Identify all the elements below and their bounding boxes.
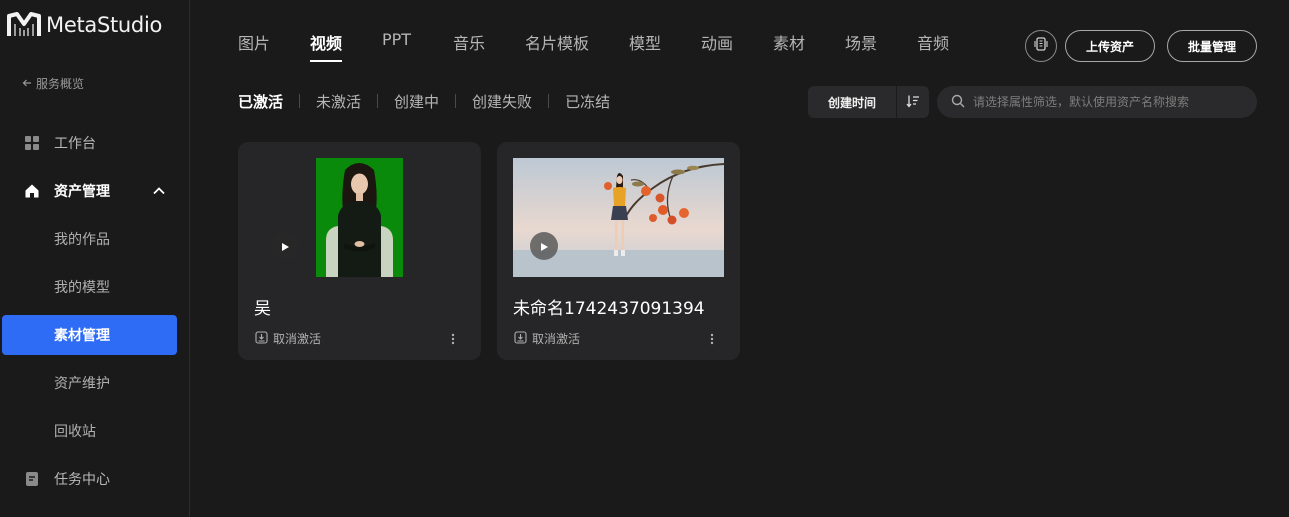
- play-button[interactable]: [530, 232, 558, 260]
- sidebar-item-label: 我的模型: [54, 280, 110, 296]
- more-options-icon[interactable]: [707, 331, 717, 345]
- deactivate-button[interactable]: 取消激活: [514, 330, 580, 347]
- filter-frozen[interactable]: 已冻结: [565, 91, 610, 112]
- sidebar-item-my-models[interactable]: 我的模型: [2, 267, 177, 307]
- tab-audio[interactable]: 音频: [917, 30, 949, 54]
- logo[interactable]: MetaStudio: [6, 10, 162, 40]
- sidebar-item-asset-management[interactable]: 资产管理: [2, 171, 177, 211]
- sidebar-item-label: 资产管理: [54, 184, 110, 200]
- filter-activated[interactable]: 已激活: [238, 91, 283, 112]
- sidebar: MetaStudio 服务概览 工作台 资产管理 我的作品 我的模型 素材管理 …: [0, 0, 190, 517]
- chevron-up-icon: [152, 184, 166, 198]
- deactivate-icon: [255, 330, 268, 347]
- tab-music[interactable]: 音乐: [453, 30, 485, 54]
- sidebar-item-label: 回收站: [54, 424, 96, 440]
- divider: [548, 94, 550, 108]
- device-icon: [1033, 36, 1049, 56]
- deactivate-button[interactable]: 取消激活: [255, 330, 321, 347]
- play-icon: [280, 237, 290, 256]
- presenter-figure-image: [326, 163, 393, 277]
- sidebar-item-workbench[interactable]: 工作台: [2, 123, 177, 163]
- metastudio-logo-icon: [7, 12, 41, 36]
- sidebar-item-asset-maintenance[interactable]: 资产维护: [2, 363, 177, 403]
- dashboard-icon: [24, 135, 40, 151]
- search-input[interactable]: [973, 95, 1243, 109]
- home-icon: [24, 183, 40, 199]
- filter-create-failed[interactable]: 创建失败: [472, 91, 532, 112]
- tab-animations[interactable]: 动画: [701, 30, 733, 54]
- card-title: 未命名1742437091394: [513, 299, 705, 319]
- search-icon: [951, 93, 965, 112]
- sidebar-item-label: 我的作品: [54, 232, 110, 248]
- sidebar-item-my-works[interactable]: 我的作品: [2, 219, 177, 259]
- arrow-left-icon: [22, 77, 32, 91]
- back-label: 服务概览: [36, 77, 85, 91]
- tab-materials[interactable]: 素材: [773, 30, 805, 54]
- sidebar-item-material-management[interactable]: 素材管理: [2, 315, 177, 355]
- deactivate-label: 取消激活: [532, 332, 581, 346]
- deactivate-label: 取消激活: [273, 332, 322, 346]
- sidebar-item-label: 素材管理: [54, 328, 110, 344]
- sidebar-item-label: 工作台: [54, 136, 96, 152]
- tab-images[interactable]: 图片: [238, 30, 270, 54]
- asset-card[interactable]: 未命名1742437091394 取消激活: [497, 142, 740, 360]
- sidebar-item-recycle-bin[interactable]: 回收站: [2, 411, 177, 451]
- more-options-icon[interactable]: [448, 331, 458, 345]
- sort-descending-icon: [906, 93, 920, 112]
- search-bar: [937, 86, 1257, 118]
- play-icon: [539, 237, 549, 256]
- task-icon: [24, 471, 40, 487]
- sidebar-item-label: 资产维护: [54, 376, 110, 392]
- sort-order-toggle[interactable]: [897, 93, 929, 112]
- tab-card-templates[interactable]: 名片模板: [525, 30, 589, 54]
- divider: [377, 94, 379, 108]
- deactivate-icon: [514, 330, 527, 347]
- divider: [299, 94, 301, 108]
- card-title: 吴: [254, 299, 271, 319]
- device-button[interactable]: [1025, 30, 1057, 62]
- tab-scenes[interactable]: 场景: [845, 30, 877, 54]
- sidebar-item-task-center[interactable]: 任务中心: [2, 459, 177, 499]
- status-filters: 已激活 未激活 创建中 创建失败 已冻结: [238, 91, 610, 111]
- batch-manage-button[interactable]: 批量管理: [1167, 30, 1257, 62]
- play-button[interactable]: [271, 232, 299, 260]
- tab-ppt[interactable]: PPT: [382, 30, 411, 49]
- asset-card[interactable]: 吴 取消激活: [238, 142, 481, 360]
- filter-not-activated[interactable]: 未激活: [316, 91, 361, 112]
- tab-models[interactable]: 模型: [629, 30, 661, 54]
- app-root: MetaStudio 服务概览 工作台 资产管理 我的作品 我的模型 素材管理 …: [0, 0, 1289, 517]
- app-name: MetaStudio: [46, 13, 163, 37]
- sidebar-item-label: 任务中心: [54, 472, 110, 488]
- upload-asset-button[interactable]: 上传资产: [1065, 30, 1155, 62]
- tab-videos[interactable]: 视频: [310, 30, 343, 62]
- filter-creating[interactable]: 创建中: [394, 91, 439, 112]
- sort-field-select[interactable]: 创建时间: [808, 94, 896, 111]
- back-to-overview-link[interactable]: 服务概览: [22, 75, 84, 92]
- sort-control: 创建时间: [808, 86, 929, 118]
- video-thumbnail[interactable]: [316, 158, 403, 277]
- divider: [455, 94, 457, 108]
